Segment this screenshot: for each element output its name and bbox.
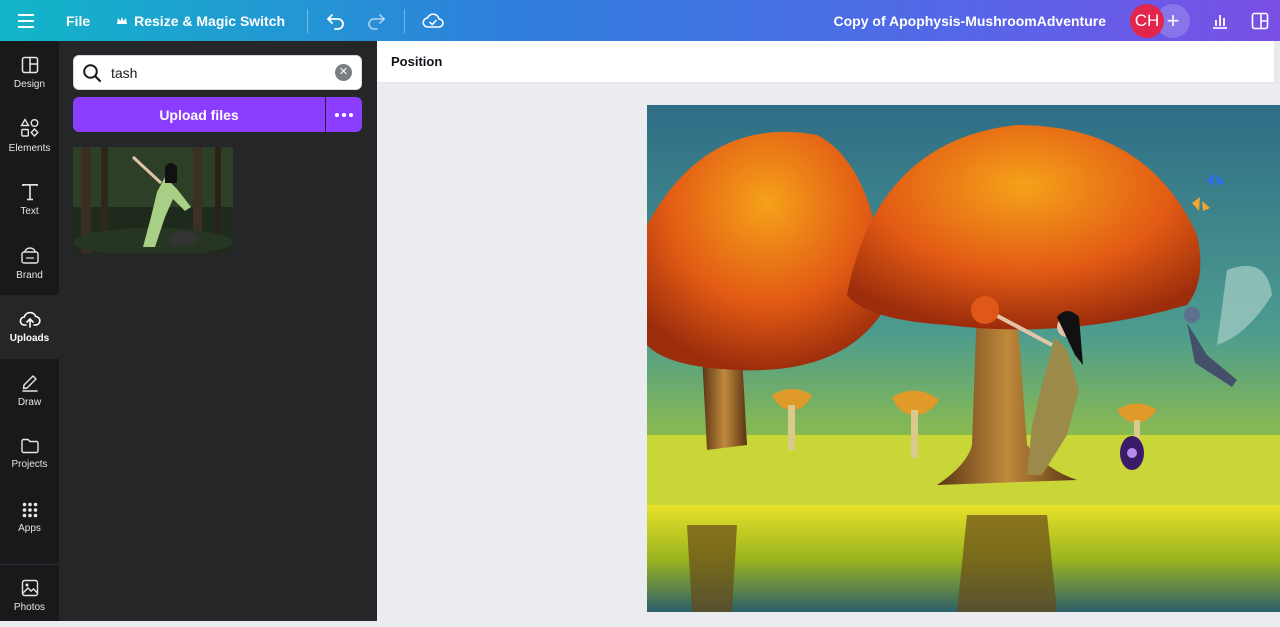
search-input[interactable]: tash — [111, 65, 335, 81]
rail-item-uploads[interactable]: Uploads — [0, 295, 59, 359]
rail-item-label: Design — [13, 78, 46, 90]
file-menu[interactable]: File — [66, 7, 90, 35]
rail-item-projects[interactable]: Projects — [0, 423, 59, 487]
rail-item-label: Elements — [8, 143, 51, 155]
rail-item-label: Uploads — [9, 333, 50, 345]
resize-label: Resize & Magic Switch — [134, 12, 286, 29]
toolbar-scrollbar[interactable] — [1274, 41, 1280, 83]
photo-icon — [21, 579, 38, 597]
rail-item-apps[interactable]: Apps — [0, 486, 59, 550]
divider — [404, 8, 406, 33]
rail-item-label: Photos — [13, 602, 46, 614]
uploaded-image-thumbnail[interactable] — [73, 147, 233, 253]
rail-item-label: Projects — [11, 459, 48, 471]
save-status-button[interactable] — [417, 5, 449, 37]
folder-icon — [20, 439, 39, 454]
side-navigation: Design Elements Text Brand Uploads Draw … — [0, 41, 59, 621]
search-icon — [82, 63, 102, 83]
design-icon — [21, 56, 38, 74]
rail-item-label: Apps — [18, 522, 41, 534]
redo-icon — [368, 13, 385, 30]
upload-options-button[interactable] — [326, 97, 362, 132]
uploads-panel: tash ✕ Upload files — [59, 41, 377, 621]
rail-item-text[interactable]: Text — [0, 168, 59, 232]
upload-files-button[interactable]: Upload files — [73, 97, 325, 132]
insights-button[interactable] — [1200, 0, 1240, 41]
position-button[interactable]: Position — [391, 54, 442, 69]
undo-button[interactable] — [320, 5, 352, 37]
rail-item-elements[interactable]: Elements — [0, 105, 59, 169]
context-toolbar: Position — [377, 41, 1280, 83]
resize-button[interactable]: Resize & Magic Switch — [116, 13, 285, 29]
apps-grid-icon — [22, 502, 37, 518]
brand-icon — [20, 246, 39, 264]
rail-item-brand[interactable]: Brand — [0, 232, 59, 296]
redo-button[interactable] — [360, 5, 392, 37]
top-bar: File Resize & Magic Switch Copy of Apoph… — [0, 0, 1280, 41]
rail-item-draw[interactable]: Draw — [0, 359, 59, 423]
rail-item-label: Text — [20, 205, 39, 217]
layout-icon — [1251, 12, 1269, 29]
bar-chart-icon — [1213, 14, 1227, 29]
document-title[interactable]: Copy of Apophysis-MushroomAdventure — [834, 13, 1107, 29]
rail-item-design[interactable]: Design — [0, 41, 59, 105]
crown-icon — [116, 15, 128, 27]
cloud-check-icon — [422, 12, 444, 28]
text-icon — [21, 183, 38, 201]
divider — [307, 8, 309, 33]
draw-icon — [21, 375, 38, 392]
clear-search-icon[interactable]: ✕ — [335, 64, 352, 81]
search-box[interactable]: tash ✕ — [73, 55, 362, 90]
rail-item-photos[interactable]: Photos — [0, 563, 59, 627]
main-menu-button[interactable] — [0, 0, 52, 41]
rail-item-label: Draw — [17, 396, 42, 408]
layout-button[interactable] — [1240, 0, 1280, 41]
avatar[interactable]: CH — [1130, 3, 1164, 38]
undo-icon — [327, 13, 344, 30]
elements-icon — [19, 118, 39, 138]
more-horizontal-icon — [335, 112, 353, 117]
hamburger-icon — [18, 13, 34, 28]
rail-item-label: Brand — [16, 269, 43, 281]
upload-cloud-icon — [19, 311, 41, 328]
design-page-artwork[interactable] — [647, 105, 1280, 612]
